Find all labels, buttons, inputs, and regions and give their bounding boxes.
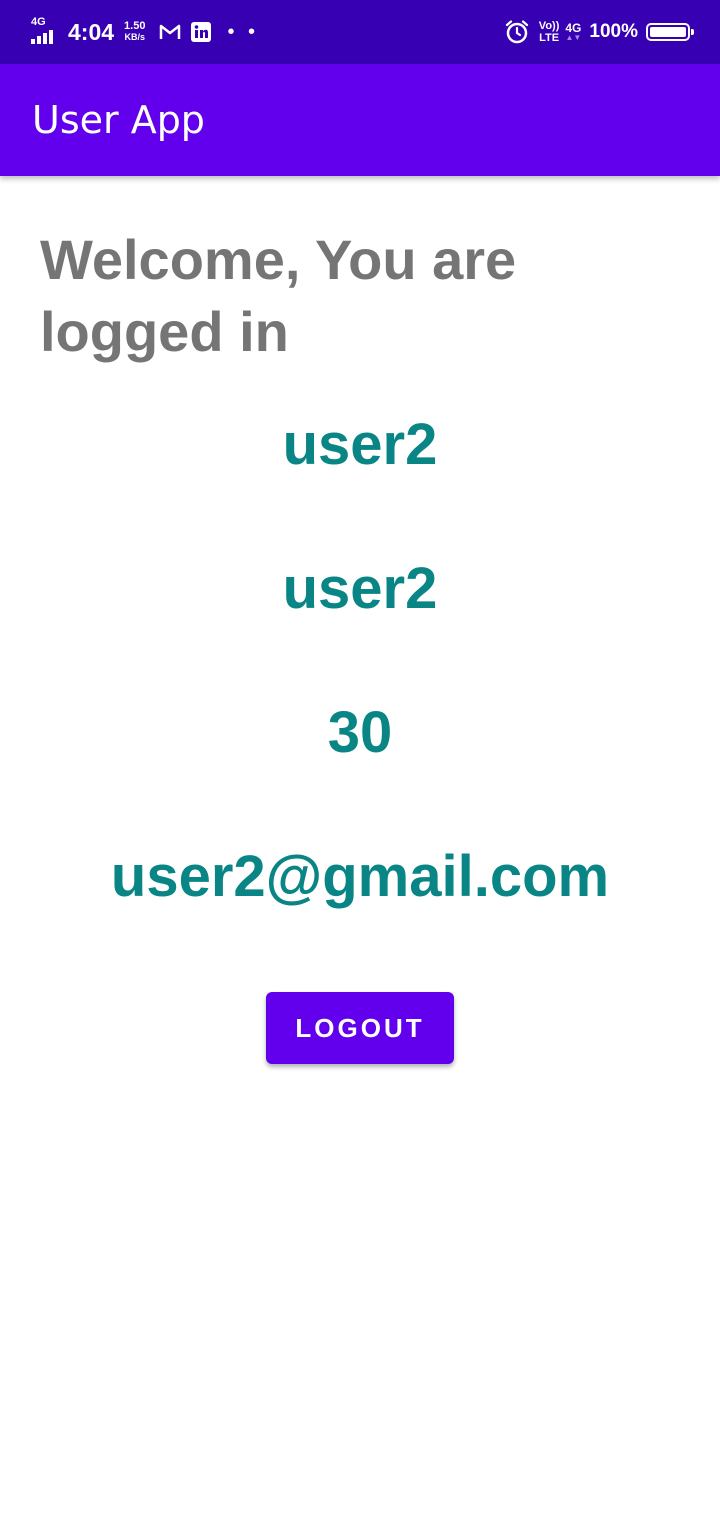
- linkedin-icon: [191, 22, 212, 42]
- app-title: User App: [32, 98, 205, 142]
- username-text: user2: [282, 412, 438, 477]
- more-notifications-indicator: • •: [227, 21, 260, 43]
- email-text: user2@gmail.com: [110, 844, 610, 909]
- status-bar: 4G 4:04 1.50 KB/s • • Vo)) LTE 4G ▲▼ 100…: [0, 0, 720, 64]
- app-bar: User App: [0, 64, 720, 176]
- gmail-icon: [159, 23, 181, 41]
- data-activity-icon: ▲▼: [565, 33, 582, 42]
- battery-icon: [646, 23, 694, 41]
- battery-percent: 100%: [589, 21, 638, 42]
- network-speed-value: 1.50: [124, 20, 146, 32]
- battery-tip: [691, 29, 694, 35]
- welcome-heading: Welcome, You are logged in: [40, 228, 517, 363]
- network-speed-unit: KB/s: [124, 32, 146, 42]
- status-bar-right: Vo)) LTE 4G ▲▼ 100%: [505, 0, 694, 64]
- alarm-icon: [505, 20, 529, 44]
- volte-label: Vo)): [538, 20, 560, 32]
- lte-label: LTE: [539, 32, 560, 44]
- volte-indicator: Vo)) LTE: [539, 20, 560, 44]
- age-text: 30: [327, 700, 393, 765]
- data-network-indicator: 4G ▲▼: [565, 22, 581, 42]
- cellular-signal-icon: 4G: [30, 17, 60, 47]
- battery-fill: [650, 27, 686, 37]
- logout-button[interactable]: LOGOUT: [266, 992, 454, 1064]
- status-bar-left: 4G 4:04 1.50 KB/s • •: [30, 0, 259, 64]
- name-text: user2: [282, 556, 438, 621]
- network-speed: 1.50 KB/s: [124, 21, 145, 43]
- network-type-label: 4G: [31, 16, 46, 28]
- status-time: 4:04: [68, 18, 115, 45]
